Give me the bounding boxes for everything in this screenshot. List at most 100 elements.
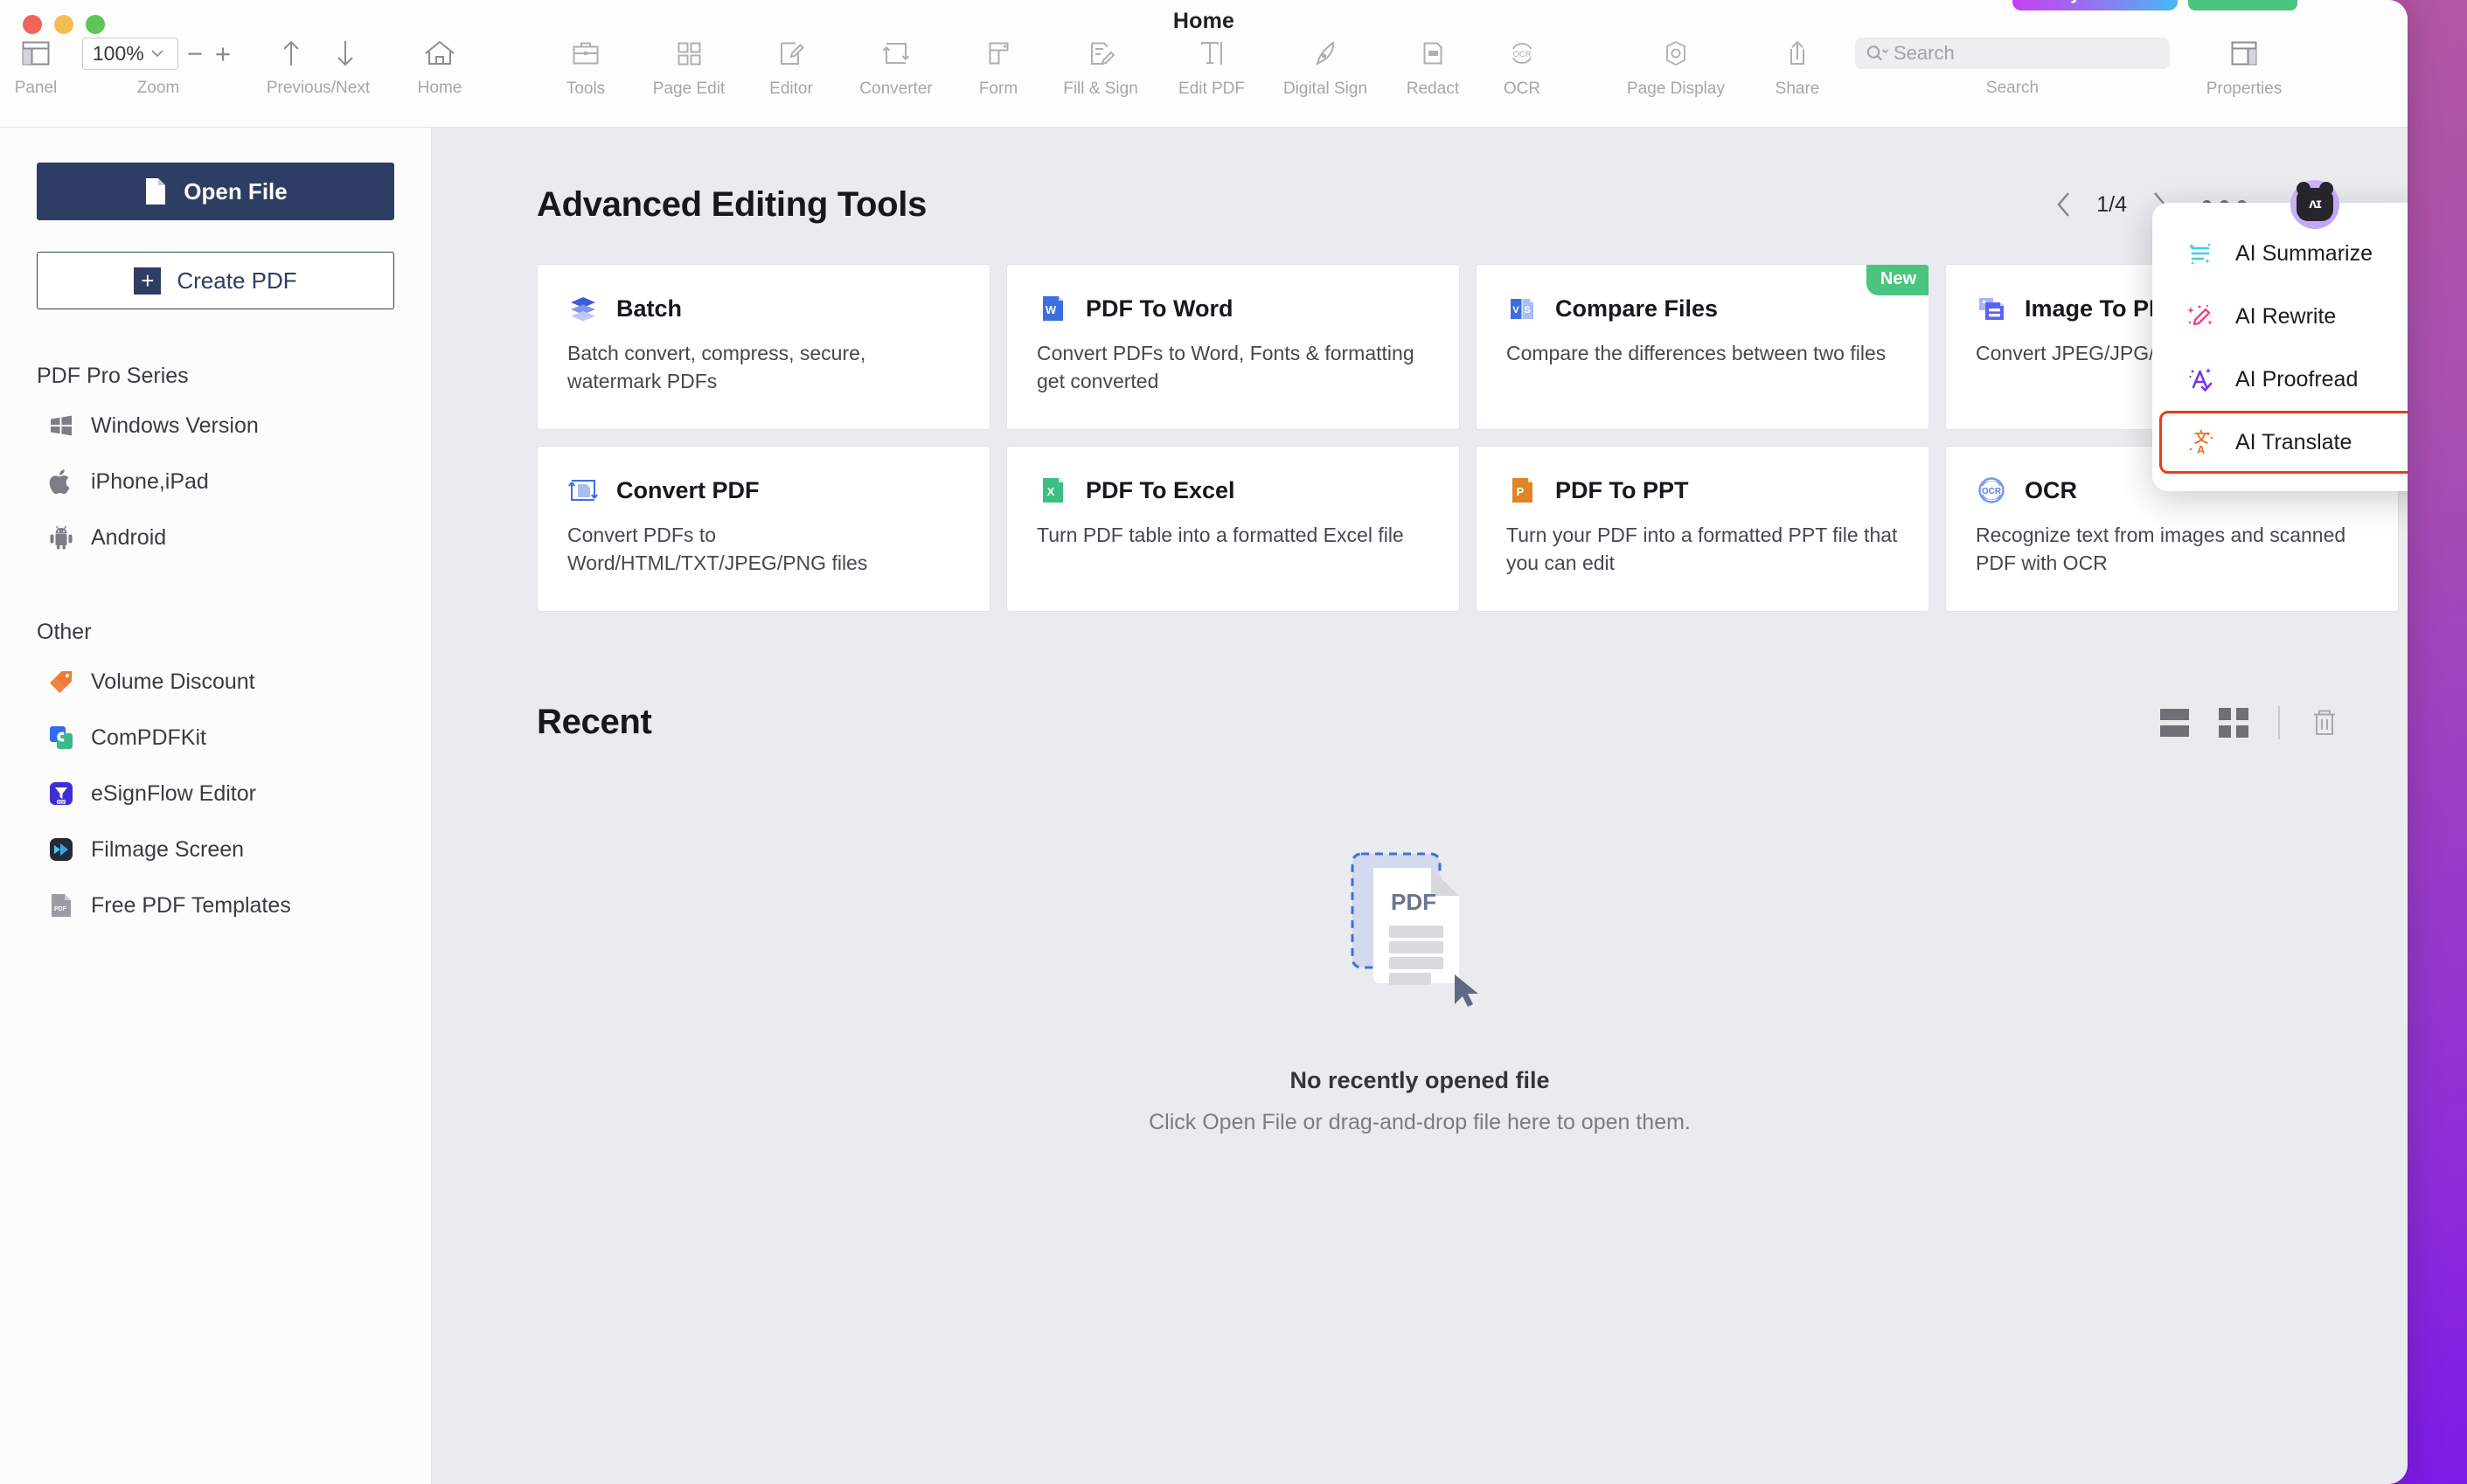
ai-menu-item-summarize[interactable]: AI Summarize — [2159, 222, 2408, 285]
create-pdf-button[interactable]: + Create PDF — [37, 252, 394, 309]
arrow-up-icon[interactable] — [280, 33, 302, 73]
open-file-label: Open File — [184, 177, 288, 205]
toolbar-item-converter[interactable]: Converter — [839, 33, 953, 99]
sidebar-item-label: Android — [91, 524, 167, 550]
toolbar-item-redact[interactable]: Redact — [1385, 33, 1481, 99]
arrow-down-icon[interactable] — [334, 33, 357, 73]
sidebar-item-iphone-ipad[interactable]: iPhone,iPad — [37, 454, 394, 510]
toolbar-item-label: Converter — [859, 80, 933, 98]
ai-menu-item-label: AI Summarize — [2235, 240, 2373, 266]
toolbar-group-prevnext: Previous/Next — [245, 33, 392, 98]
toolbar-item-form[interactable]: Form — [953, 33, 1044, 99]
zoom-in-button[interactable]: + — [212, 40, 234, 67]
ocr-badge-icon: OCR — [1976, 475, 2007, 506]
svg-text:W: W — [1046, 303, 1057, 316]
convert-arrows-icon — [881, 33, 911, 73]
toolbar-item-share[interactable]: Share — [1748, 33, 1846, 99]
page-indicator: 1/4 — [2096, 191, 2127, 217]
toolbar-group-search: Search Search — [1846, 33, 2179, 98]
toolbar-item-fill-sign[interactable]: Fill & Sign — [1044, 33, 1157, 99]
toolbar-item-editor[interactable]: Editor — [743, 33, 839, 99]
sidebar-item-label: Filmage Screen — [91, 836, 245, 862]
grid-view-icon[interactable] — [2219, 707, 2248, 738]
recent-title: Recent — [537, 703, 652, 741]
ai-menu-item-translate[interactable]: 文A AI Translate — [2159, 411, 2408, 474]
toolbar-group-zoom: 100% − + Zoom — [72, 33, 245, 98]
panel-icon[interactable] — [21, 33, 51, 73]
toolbar-item-ocr[interactable]: OCR OCR — [1481, 33, 1563, 99]
advanced-tools-header: Advanced Editing Tools 1/4 ᴧɪ — [432, 128, 2408, 229]
sidebar-section-other: Volume Discount ComPDFKit PDF eSignFlow … — [37, 654, 394, 933]
sidebar-item-volume-discount[interactable]: Volume Discount — [37, 654, 394, 710]
ppt-file-icon: P — [1506, 475, 1538, 506]
tool-card-desc: Turn your PDF into a formatted PPT file … — [1506, 524, 1898, 574]
windows-icon — [47, 412, 75, 440]
svg-text:P: P — [1517, 485, 1525, 498]
sidebar-item-windows-version[interactable]: Windows Version — [37, 398, 394, 454]
sidebar-section-title: Other — [37, 620, 92, 644]
filmage-icon — [47, 836, 75, 863]
tool-card-pdf-to-word[interactable]: W PDF To Word Convert PDFs to Word, Font… — [1006, 264, 1460, 430]
ai-translate-icon: 文A — [2185, 426, 2216, 458]
toolbar-item-label: Fill & Sign — [1063, 80, 1138, 98]
zoom-select[interactable]: 100% — [81, 37, 178, 70]
toolbar-group-home: Home — [392, 33, 488, 98]
toolbar-item-edit-pdf[interactable]: Edit PDF — [1157, 33, 1266, 99]
zoom-value: 100% — [92, 41, 144, 65]
create-pdf-label: Create PDF — [177, 267, 297, 294]
open-file-button[interactable]: Open File — [37, 163, 394, 220]
app-body: Open File + Create PDF PDF Pro Series Wi… — [0, 128, 2408, 1484]
empty-title: No recently opened file — [1289, 1067, 1550, 1093]
svg-text:A: A — [2197, 443, 2206, 456]
tool-card-batch[interactable]: Batch Batch convert, compress, secure, w… — [537, 264, 990, 430]
main-content: Advanced Editing Tools 1/4 ᴧɪ Batch Batc… — [432, 128, 2408, 1484]
ai-rewrite-icon — [2185, 301, 2216, 332]
home-icon[interactable] — [423, 33, 456, 73]
toolbar-item-page-display[interactable]: Page Display — [1603, 33, 1748, 99]
tool-card-desc: Compare the differences between two file… — [1506, 342, 1887, 364]
trash-icon[interactable] — [2310, 706, 2339, 739]
tool-card-compare-files[interactable]: New VS Compare Files Compare the differe… — [1476, 264, 1929, 430]
toolbar-badges: My AI Credit Free Trial — [2012, 0, 2297, 10]
compare-vs-icon: VS — [1506, 293, 1538, 324]
recent-header: Recent — [432, 612, 2408, 742]
list-view-icon[interactable] — [2160, 708, 2189, 737]
tool-card-pdf-to-excel[interactable]: X PDF To Excel Turn PDF table into a for… — [1006, 446, 1460, 612]
sidebar-item-esignflow-editor[interactable]: PDF eSignFlow Editor — [37, 766, 394, 822]
toolbar-item-label: Form — [978, 80, 1018, 98]
search-label: Search — [1985, 79, 2040, 97]
toolbar-item-tools[interactable]: Tools — [537, 33, 635, 99]
sidebar-item-compdfkit[interactable]: ComPDFKit — [37, 710, 394, 766]
tool-card-grid: Batch Batch convert, compress, secure, w… — [432, 229, 2408, 612]
sidebar-item-filmage-screen[interactable]: Filmage Screen — [37, 822, 394, 877]
fill-sign-icon — [1086, 33, 1115, 73]
file-icon — [143, 177, 168, 206]
zoom-label: Zoom — [136, 79, 180, 97]
tool-card-desc: Convert PDFs to Word, Fonts & formatting… — [1037, 342, 1414, 392]
tool-card-convert-pdf[interactable]: Convert PDF Convert PDFs to Word/HTML/TX… — [537, 446, 990, 612]
ai-menu-item-rewrite[interactable]: AI Rewrite — [2159, 285, 2408, 348]
tool-card-title: PDF To Word — [1086, 295, 1234, 322]
ocr-icon: OCR — [1507, 33, 1537, 73]
ai-proofread-icon — [2185, 364, 2216, 395]
tool-card-desc: Convert PDFs to Word/HTML/TXT/JPEG/PNG f… — [567, 524, 868, 574]
toolbar-item-properties[interactable]: Properties — [2179, 33, 2310, 99]
sidebar-item-free-pdf-templates[interactable]: PDF Free PDF Templates — [37, 877, 394, 933]
ai-assistant-button[interactable]: ᴧɪ — [2290, 180, 2339, 229]
toolbar-item-digital-sign[interactable]: Digital Sign — [1266, 33, 1385, 99]
ai-menu-item-proofread[interactable]: AI Proofread — [2159, 348, 2408, 411]
toolbar-item-page-edit[interactable]: Page Edit — [635, 33, 743, 99]
free-trial-button[interactable]: Free Trial — [2187, 0, 2297, 10]
ai-menu-item-label: AI Translate — [2235, 429, 2352, 454]
plus-icon: + — [134, 267, 162, 295]
zoom-out-button[interactable]: − — [184, 40, 206, 67]
layers-icon — [567, 293, 599, 324]
my-ai-credit-button[interactable]: My AI Credit — [2012, 0, 2178, 10]
search-input[interactable]: Search — [1855, 38, 2170, 69]
sidebar-item-android[interactable]: Android — [37, 510, 394, 565]
chevron-left-icon[interactable] — [2054, 190, 2074, 219]
briefcase-icon — [570, 33, 601, 73]
sidebar-item-label: iPhone,iPad — [91, 468, 209, 494]
tool-card-pdf-to-ppt[interactable]: P PDF To PPT Turn your PDF into a format… — [1476, 446, 1929, 612]
app-window: Home My AI Credit Free Trial Panel — [0, 0, 2408, 1484]
